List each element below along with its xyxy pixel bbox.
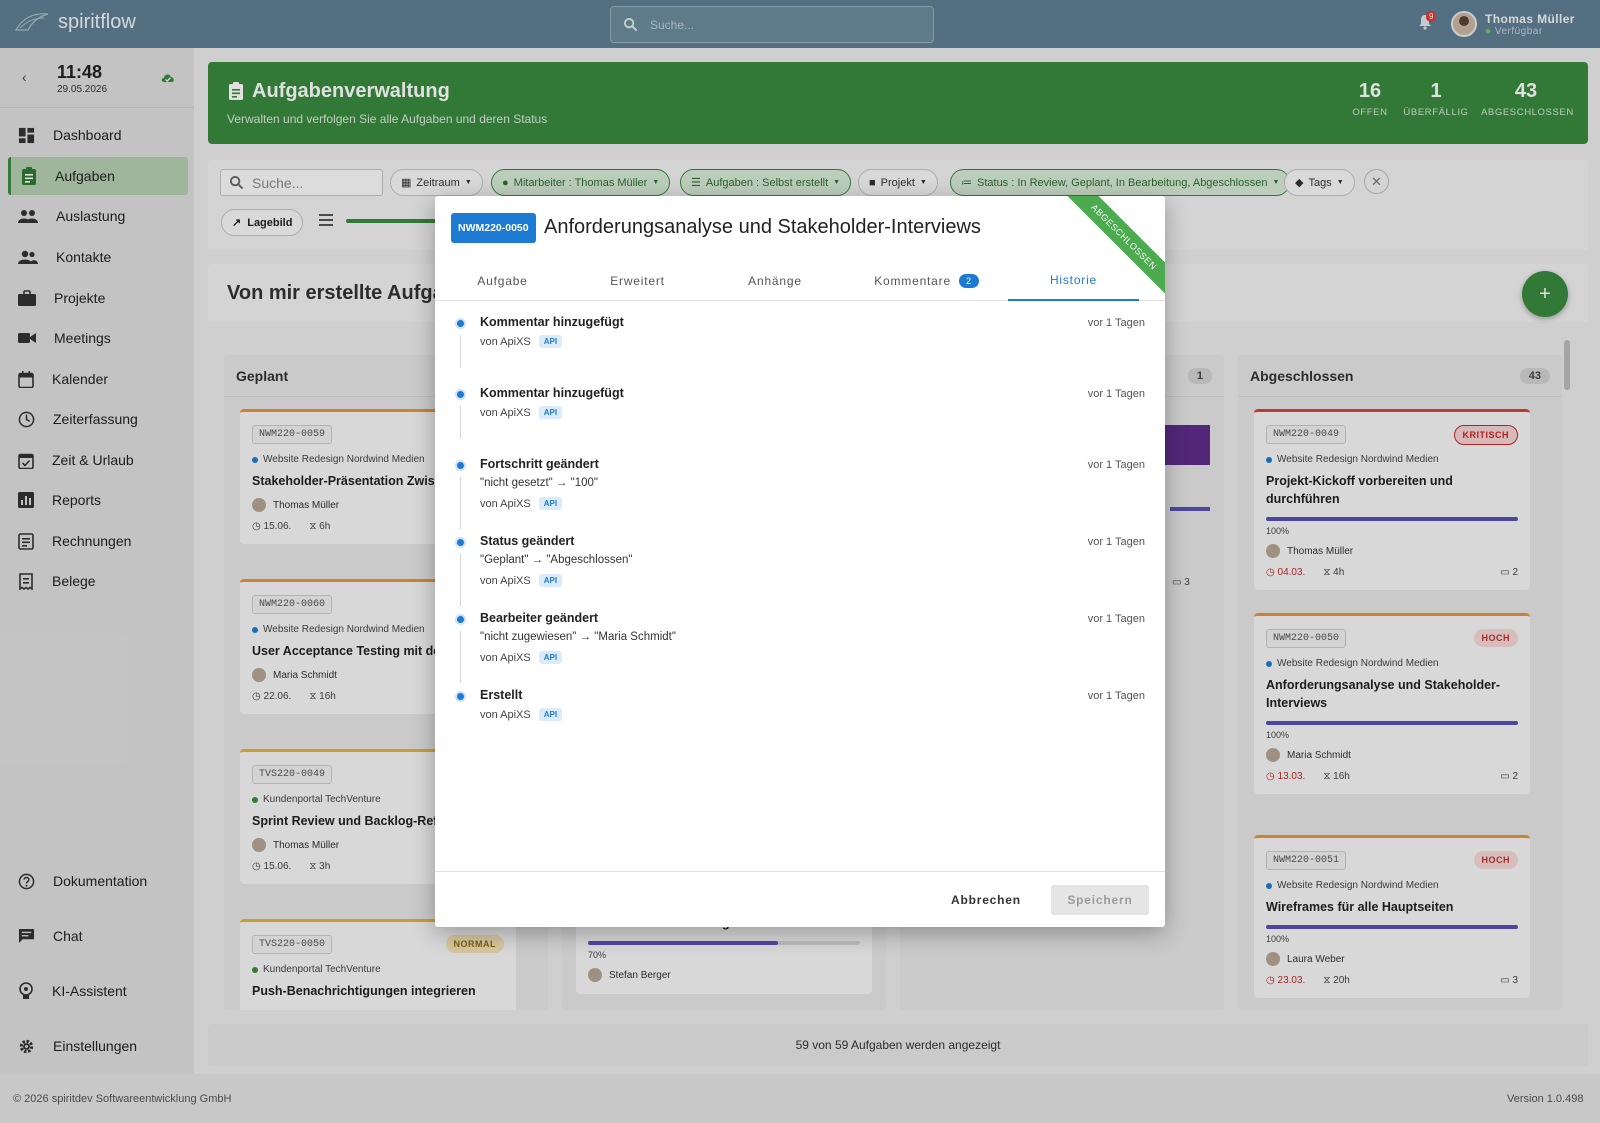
- api-tag: API: [538, 406, 563, 419]
- timeline-dot: [455, 389, 466, 400]
- comment-count-badge: 2: [958, 274, 979, 288]
- dialog-tabs: Aufgabe Erweitert Anhänge Kommentare 2 Hi…: [435, 261, 1165, 301]
- api-tag: API: [538, 335, 563, 348]
- tab-aufgabe[interactable]: Aufgabe: [435, 261, 570, 301]
- history-entry: Status geändert vor 1 Tagen "Geplant" → "…: [455, 534, 1145, 610]
- api-tag: API: [538, 651, 563, 664]
- tab-historie[interactable]: Historie: [1008, 261, 1139, 301]
- api-tag: API: [538, 708, 563, 721]
- history-entry: Bearbeiter geändert vor 1 Tagen "nicht zu…: [455, 611, 1145, 687]
- timeline-line: [460, 335, 461, 367]
- history-entry: Erstellt vor 1 Tagen von ApiXS API: [455, 688, 1145, 738]
- timeline-dot: [455, 614, 466, 625]
- timeline-dot: [455, 691, 466, 702]
- save-button[interactable]: Speichern: [1051, 885, 1149, 915]
- timeline-line: [460, 631, 461, 683]
- tab-kommentare[interactable]: Kommentare 2: [845, 261, 1008, 301]
- dialog-footer-divider: [435, 871, 1165, 872]
- api-tag: API: [538, 574, 563, 587]
- timeline-dot: [455, 537, 466, 548]
- history-entry: Fortschritt geändert vor 1 Tagen "nicht g…: [455, 457, 1145, 533]
- dialog-title: Anforderungsanalyse und Stakeholder-Inte…: [544, 216, 981, 238]
- api-tag: API: [538, 497, 563, 510]
- history-entry: Kommentar hinzugefügt vor 1 Tagen von Api…: [455, 315, 1145, 385]
- tab-erweitert[interactable]: Erweitert: [570, 261, 705, 301]
- tab-anhaenge[interactable]: Anhänge: [705, 261, 845, 301]
- timeline-dot: [455, 460, 466, 471]
- timeline-line: [460, 477, 461, 529]
- task-code-badge: NWM220-0050: [451, 213, 536, 243]
- timeline-line: [460, 554, 461, 606]
- task-detail-dialog: NWM220-0050 Anforderungsanalyse und Stak…: [435, 196, 1165, 927]
- timeline-line: [460, 406, 461, 438]
- history-entry: Kommentar hinzugefügt vor 1 Tagen von Api…: [455, 386, 1145, 456]
- timeline-dot: [455, 318, 466, 329]
- cancel-button[interactable]: Abbrechen: [941, 885, 1031, 915]
